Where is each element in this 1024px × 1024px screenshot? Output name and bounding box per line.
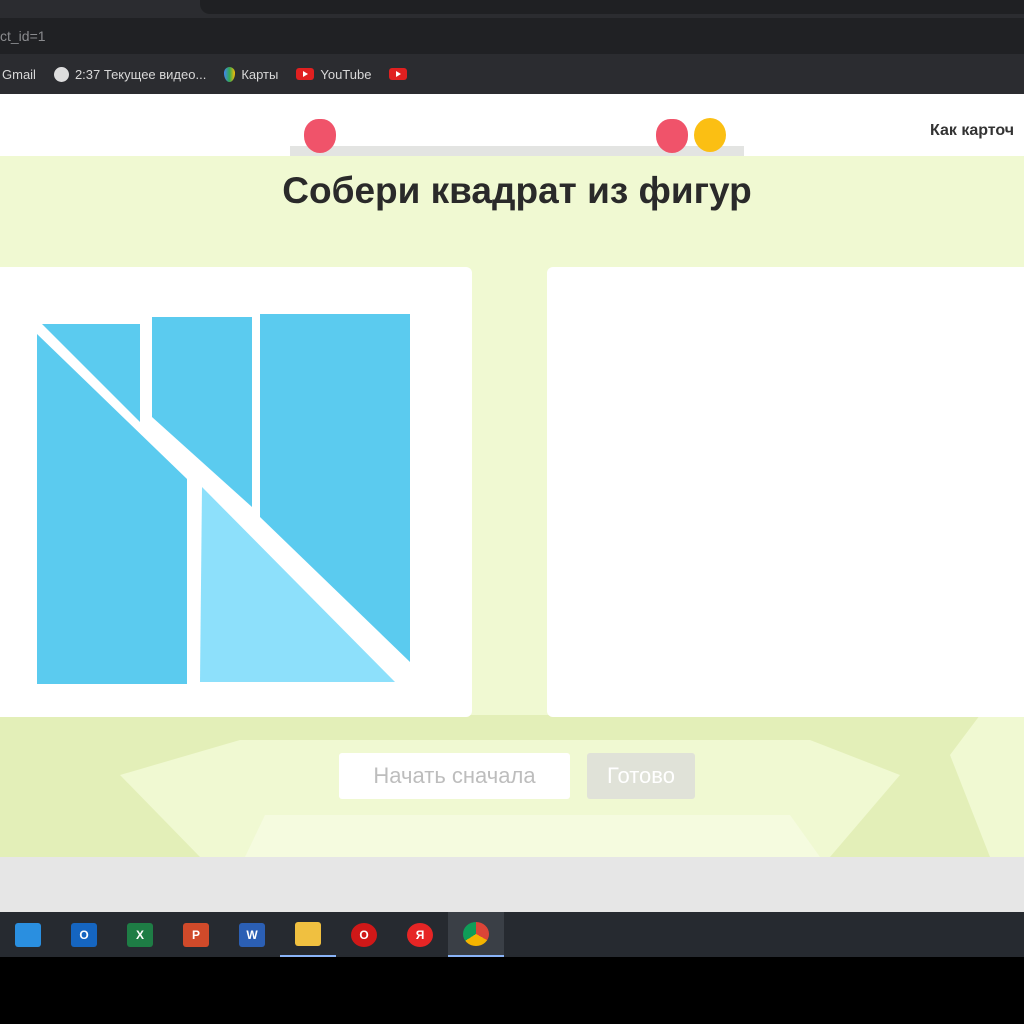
yandex-icon: Я <box>407 922 433 947</box>
mail-icon <box>15 922 41 947</box>
bookmark-video[interactable]: 2:37 Текущее видео... <box>53 66 207 82</box>
page-title: Собери квадрат из фигур <box>282 170 752 211</box>
apple-icon <box>304 119 336 153</box>
active-tab[interactable] <box>200 0 1024 14</box>
tab-bar <box>0 0 1024 18</box>
bookmark-gmail[interactable]: Gmail <box>2 67 36 82</box>
taskbar-word[interactable]: W <box>224 912 280 957</box>
bookmark-youtube[interactable]: YouTube <box>296 67 371 82</box>
bookmark-maps[interactable]: Карты <box>224 66 279 82</box>
bookmarks-bar: Gmail 2:37 Текущее видео... Карты YouTub… <box>0 54 1024 94</box>
youtube-icon <box>296 68 315 80</box>
taskbar-outlook[interactable]: O <box>56 912 112 957</box>
taskbar-mail[interactable] <box>0 912 56 957</box>
taskbar-excel[interactable]: X <box>112 912 168 957</box>
taskbar-chrome[interactable] <box>448 912 504 957</box>
address-bar[interactable]: ct_id=1 <box>0 18 1024 54</box>
apple-icon <box>656 119 688 153</box>
folder-icon <box>295 921 321 946</box>
bookmark-label: Gmail <box>2 66 36 82</box>
address-text: ct_id=1 <box>0 28 46 44</box>
browser-bottom <box>0 857 1024 912</box>
taskbar: O X P W O Я <box>0 912 1024 957</box>
done-button[interactable]: Готово <box>587 753 695 799</box>
bookmark-label: YouTube <box>320 66 372 82</box>
taskbar-powerpoint[interactable]: P <box>168 912 224 957</box>
youtube-icon <box>389 68 408 80</box>
orange-icon <box>694 118 726 152</box>
bookmark-youtube-2[interactable] <box>389 68 408 80</box>
excel-icon: X <box>127 922 153 947</box>
powerpoint-icon: P <box>183 922 209 947</box>
taskbar-file-explorer[interactable] <box>280 912 336 957</box>
pieces-panel <box>0 267 472 717</box>
how-to-link[interactable]: Как карточ <box>930 122 1014 140</box>
globe-icon <box>53 66 69 82</box>
chrome-icon <box>463 921 489 946</box>
bookmark-label: Карты <box>241 66 279 82</box>
assembly-panel[interactable] <box>547 267 1024 717</box>
maps-icon <box>224 66 236 82</box>
outlook-icon: O <box>71 922 97 947</box>
opera-icon: O <box>351 922 377 947</box>
bookmark-label: 2:37 Текущее видео... <box>74 66 207 82</box>
word-icon: W <box>239 922 265 947</box>
taskbar-opera[interactable]: O <box>336 912 392 957</box>
taskbar-yandex[interactable]: Я <box>392 912 448 957</box>
restart-button[interactable]: Начать сначала <box>339 753 570 799</box>
